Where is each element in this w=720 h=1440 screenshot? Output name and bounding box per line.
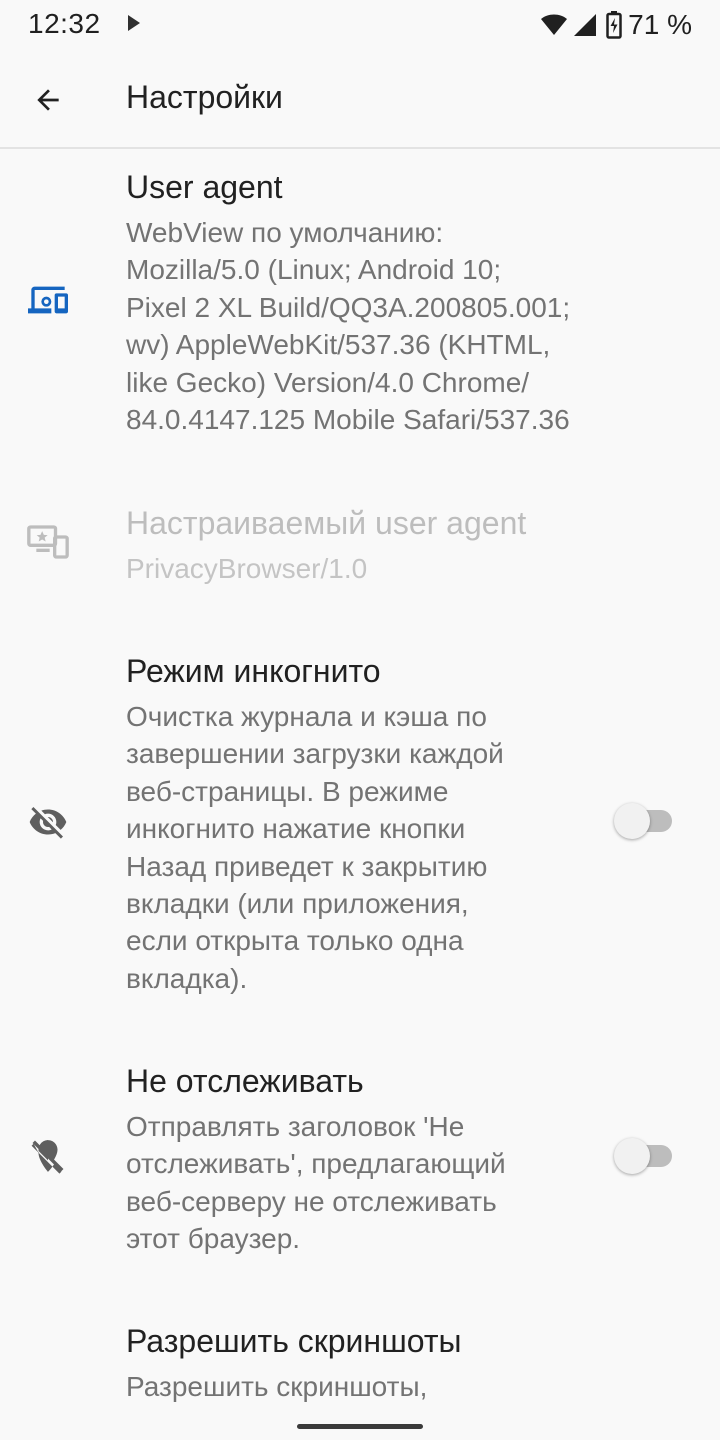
devices-icon [24, 276, 72, 324]
pref-incognito-mode[interactable]: Режим инкогнито Очистка журнала и кэша п… [0, 640, 720, 1010]
switch-thumb [614, 1138, 650, 1174]
battery-icon [606, 11, 622, 39]
app-bar-divider [0, 147, 720, 149]
pref-custom-user-agent: Настраиваемый user agent PrivacyBrowser/… [0, 488, 720, 608]
pref-allow-screenshots[interactable]: Разрешить скриншоты Разрешить скриншоты, [0, 1310, 720, 1430]
pref-summary: WebView по умолчанию: Mozilla/5.0 (Linux… [126, 217, 571, 436]
play-icon [128, 15, 140, 31]
app-bar: Настройки [0, 52, 720, 148]
gesture-nav-handle[interactable] [297, 1424, 423, 1429]
status-time: 12:32 [28, 8, 101, 39]
pref-user-agent[interactable]: User agent WebView по умолчанию: Mozilla… [0, 150, 720, 460]
custom-devices-icon [24, 518, 72, 566]
visibility-off-icon [24, 798, 72, 846]
wifi-icon [541, 14, 568, 35]
pref-title: Настраиваемый user agent [126, 505, 527, 541]
pref-do-not-track[interactable]: Не отслеживать Отправлять заголовок 'Не … [0, 1050, 720, 1270]
pref-title: Разрешить скриншоты [126, 1323, 462, 1359]
switch-thumb [614, 803, 650, 839]
do-not-track-toggle[interactable] [614, 1136, 674, 1176]
pref-title: Режим инкогнито [126, 653, 381, 689]
battery-percent: 71 % [628, 9, 692, 40]
status-icons: 71 % [540, 8, 692, 42]
pref-summary: PrivacyBrowser/1.0 [126, 553, 368, 584]
location-off-icon [24, 1132, 72, 1180]
pref-summary: Очистка журнала и кэша по завершении заг… [126, 701, 504, 994]
pref-summary: Отправлять заголовок 'Не отслеживать', п… [126, 1111, 506, 1255]
back-button[interactable] [22, 74, 74, 126]
page-title: Настройки [126, 79, 283, 115]
arrow-back-icon [37, 89, 59, 111]
pref-title: User agent [126, 169, 283, 205]
pref-summary: Разрешить скриншоты, [126, 1371, 428, 1402]
pref-title: Не отслеживать [126, 1063, 364, 1099]
status-bar: 12:32 71 % [0, 0, 720, 52]
signal-icon [574, 14, 597, 36]
incognito-toggle[interactable] [614, 801, 674, 841]
